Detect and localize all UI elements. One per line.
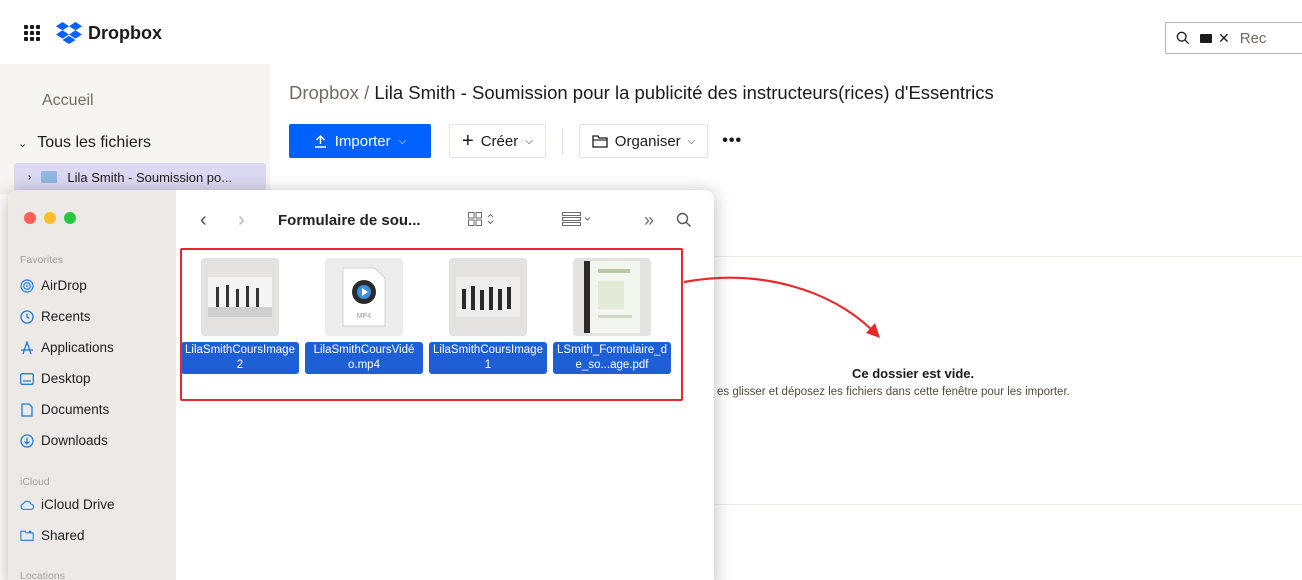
import-button-label: Importer [334, 132, 391, 150]
sidebar-section-favorites: Favorites [20, 254, 64, 266]
more-options-button[interactable]: ••• [714, 132, 750, 150]
upload-icon [314, 134, 326, 148]
import-button[interactable]: Importer ⌵ [289, 124, 431, 158]
sidebar-section-locations: Locations [20, 570, 65, 580]
sidebar-item-home[interactable]: Accueil [42, 92, 94, 110]
finder-sidebar: Favorites AirDrop Recents Applications D… [8, 190, 176, 580]
folder-icon [592, 135, 608, 148]
organize-button[interactable]: Organiser ⌵ [578, 124, 709, 158]
sidebar-item-label: AirDrop [41, 278, 87, 293]
sidebar-item-label: Downloads [41, 433, 108, 448]
sidebar-item-downloads[interactable]: Downloads [20, 433, 108, 448]
breadcrumb-root[interactable]: Dropbox [289, 82, 359, 103]
window-title: Formulaire de sou... [278, 211, 421, 229]
organize-button-label: Organiser [614, 132, 681, 150]
folder-icon [41, 171, 58, 183]
folder-icon [1200, 33, 1212, 43]
chevron-down-icon: ⌵ [525, 135, 533, 147]
sidebar: Accueil ⌄ Tous les fichiers › Lila Smith… [0, 64, 270, 194]
window-controls [24, 212, 76, 224]
search-filter-chip[interactable]: ✕ [1200, 30, 1230, 47]
dropbox-logo-text: Dropbox [88, 22, 162, 43]
divider [700, 256, 1302, 257]
search-icon[interactable] [676, 212, 692, 228]
icon-view-icon [468, 211, 494, 226]
clock-icon [20, 309, 34, 324]
sidebar-item-icloud-drive[interactable]: iCloud Drive [20, 497, 115, 512]
empty-folder-hint: es glisser et déposez les fichiers dans … [717, 386, 1070, 398]
close-window-button[interactable] [24, 212, 36, 224]
sidebar-item-selected-folder[interactable]: › Lila Smith - Soumission po... [14, 163, 266, 191]
download-icon [20, 433, 34, 448]
divider [700, 504, 1302, 505]
create-button-label: Créer [480, 132, 519, 150]
sidebar-item-label: Documents [41, 402, 110, 417]
dropbox-logo[interactable]: Dropbox [56, 22, 162, 44]
sidebar-item-airdrop[interactable]: AirDrop [20, 278, 87, 293]
breadcrumb: Dropbox / Lila Smith - Soumission pour l… [289, 82, 994, 104]
close-icon[interactable]: ✕ [1218, 30, 1230, 47]
back-button[interactable]: ‹ [200, 209, 238, 232]
search-value: Rec [1239, 29, 1267, 47]
sidebar-item-label: Lila Smith - Soumission po... [67, 169, 233, 185]
sidebar-item-label: Tous les fichiers [37, 134, 152, 151]
group-icon [562, 211, 591, 226]
sidebar-item-label: Recents [41, 309, 91, 324]
plus-icon: + [462, 130, 474, 152]
sidebar-item-desktop[interactable]: Desktop [20, 371, 91, 386]
chevron-right-icon[interactable]: › [28, 172, 31, 183]
sidebar-item-label: Applications [41, 340, 114, 355]
search-input[interactable]: ✕ Rec [1165, 22, 1302, 54]
airdrop-icon [20, 278, 34, 293]
sidebar-item-documents[interactable]: Documents [20, 402, 109, 417]
create-button[interactable]: + Créer ⌵ [449, 124, 546, 158]
shared-folder-icon [20, 529, 34, 543]
dropbox-logo-icon [56, 22, 82, 44]
sidebar-section-icloud: iCloud [20, 476, 50, 488]
sidebar-item-label: Shared [41, 528, 85, 543]
breadcrumb-separator: / [358, 82, 375, 103]
breadcrumb-current: Lila Smith - Soumission pour la publicit… [374, 82, 994, 103]
chevron-down-icon: ⌵ [687, 135, 696, 147]
finder-toolbar: ‹ › Formulaire de sou... » [176, 190, 714, 250]
document-icon [20, 402, 34, 417]
file-drop-zone[interactable] [700, 256, 1302, 506]
annotation-highlight-box [180, 248, 683, 401]
empty-folder-title: Ce dossier est vide. [852, 366, 975, 381]
sidebar-item-label: iCloud Drive [41, 497, 115, 512]
app-grid-icon[interactable] [24, 25, 40, 41]
sidebar-item-shared[interactable]: Shared [20, 528, 85, 543]
toolbar-divider [561, 128, 563, 154]
sidebar-item-label: Desktop [41, 371, 91, 386]
action-toolbar: Importer ⌵ + Créer ⌵ Organiser ⌵ ••• [289, 124, 750, 158]
group-by-button[interactable] [562, 211, 644, 229]
chevron-down-icon[interactable]: ⌄ [18, 137, 27, 150]
sidebar-item-all-files[interactable]: ⌄ Tous les fichiers [18, 134, 151, 152]
cloud-icon [20, 498, 34, 512]
chevron-down-icon: ⌵ [398, 135, 407, 147]
forward-button[interactable]: › [238, 209, 276, 232]
applications-icon [20, 340, 34, 355]
sidebar-item-recents[interactable]: Recents [20, 309, 91, 324]
minimize-window-button[interactable] [44, 212, 56, 224]
toolbar-overflow-button[interactable]: » [644, 210, 676, 231]
zoom-window-button[interactable] [64, 212, 76, 224]
desktop-icon [20, 372, 34, 386]
search-icon [1176, 31, 1190, 45]
top-bar: Dropbox ✕ Rec [0, 0, 1302, 64]
view-mode-button[interactable] [468, 211, 562, 229]
sidebar-item-applications[interactable]: Applications [20, 340, 114, 355]
